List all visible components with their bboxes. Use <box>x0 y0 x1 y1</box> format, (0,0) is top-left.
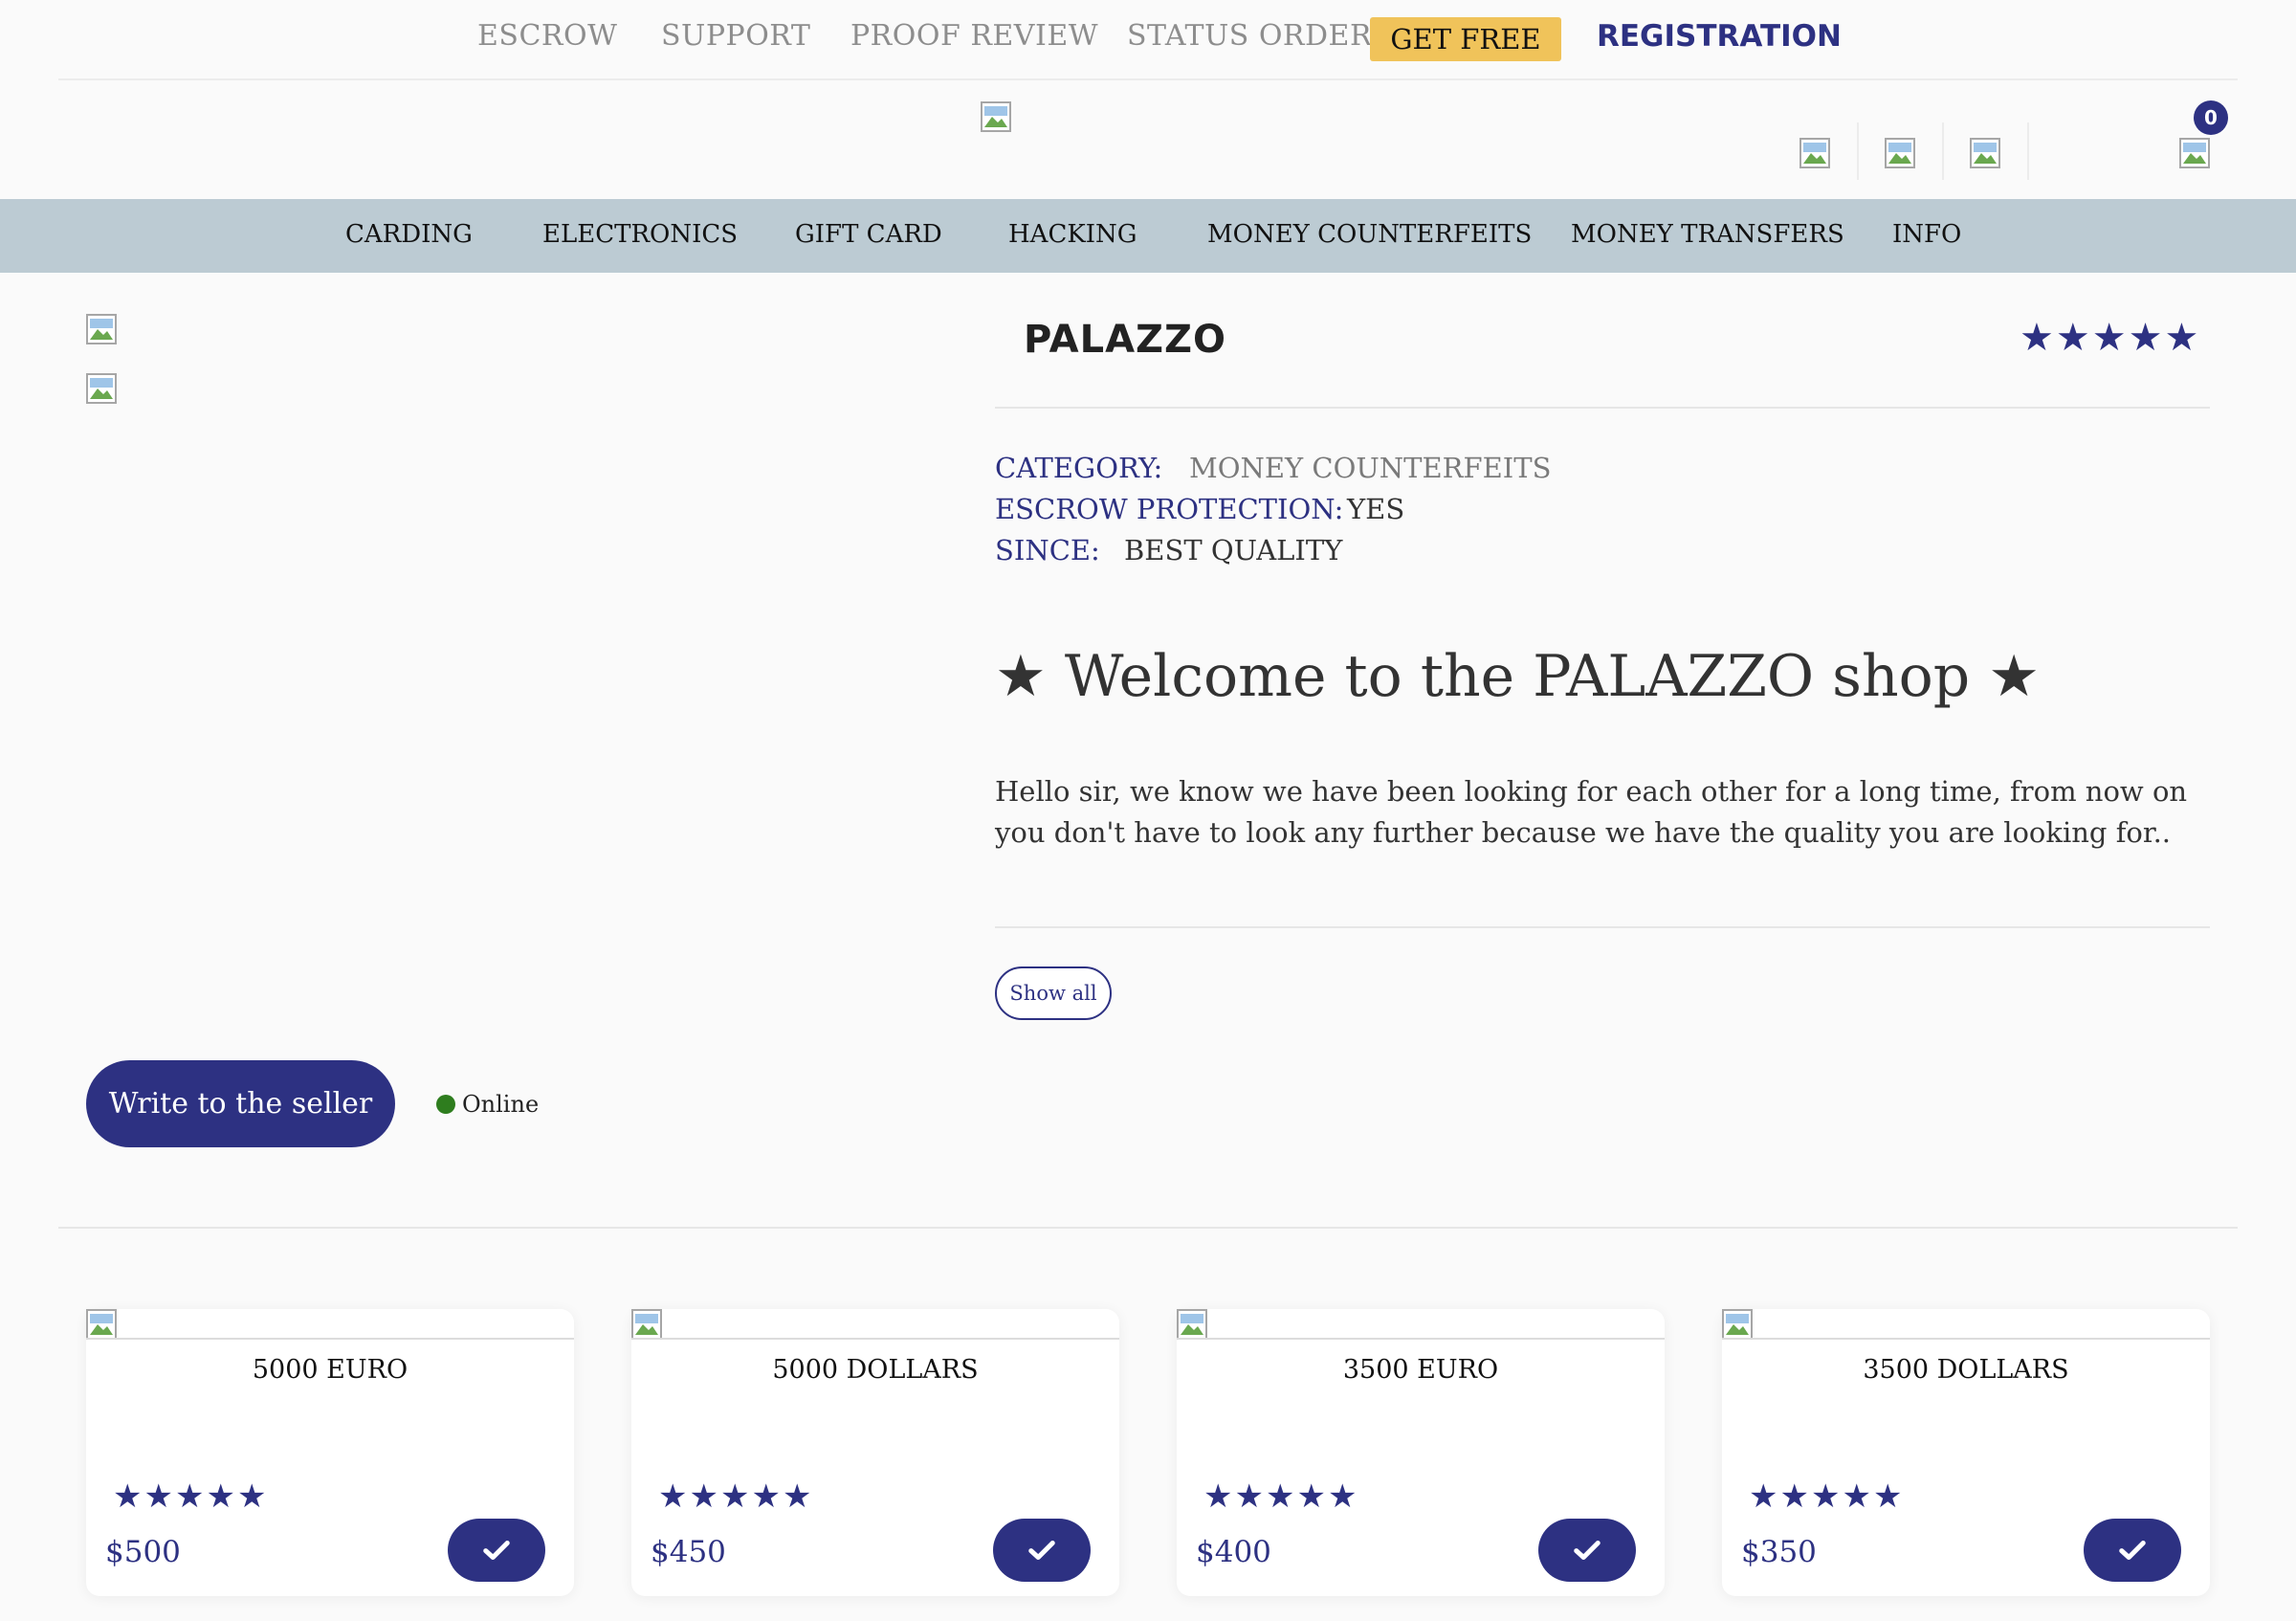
add-to-cart-button[interactable] <box>448 1519 545 1582</box>
star-icon: ★ <box>2055 316 2090 360</box>
product-image <box>1722 1309 1753 1340</box>
product-rating-stars: ★ ★ ★ ★ ★ <box>658 1477 811 1516</box>
star-icon: ★ <box>1810 1477 1841 1516</box>
checkmark-icon <box>1028 1541 1055 1560</box>
escrow-value: YES <box>1347 493 1405 525</box>
product-image <box>1177 1309 1207 1340</box>
star-icon: ★ <box>782 1477 812 1516</box>
write-to-seller-button[interactable]: Write to the seller <box>86 1060 395 1147</box>
welcome-heading: ★ Welcome to the PALAZZO shop ★ <box>995 643 2041 710</box>
star-icon: ★ <box>751 1477 781 1516</box>
shop-description: Hello sir, we know we have been looking … <box>995 775 2188 849</box>
star-icon: ★ <box>2128 316 2163 360</box>
online-status-text: Online <box>462 1091 540 1118</box>
search-icon[interactable] <box>1970 138 2000 168</box>
show-all-button[interactable]: Show all <box>995 966 1112 1020</box>
nav-link-escrow[interactable]: ESCROW <box>477 19 617 53</box>
category-hacking[interactable]: HACKING <box>1008 220 1137 249</box>
gallery-thumbnail[interactable] <box>86 314 117 344</box>
cart-icon[interactable] <box>2179 138 2210 168</box>
product-price: $400 <box>1196 1535 1271 1569</box>
category-electronics[interactable]: ELECTRONICS <box>542 220 738 249</box>
divider <box>995 407 2210 409</box>
shop-title: PALAZZO <box>1024 318 1227 362</box>
star-icon: ★ <box>689 1477 718 1516</box>
nav-link-status-order[interactable]: STATUS ORDER <box>1127 19 1372 53</box>
product-card[interactable]: 3500 DOLLARS ★ ★ ★ ★ ★ $350 <box>1722 1309 2210 1596</box>
star-icon: ★ <box>1265 1477 1295 1516</box>
category-money-transfers[interactable]: MONEY TRANSFERS <box>1571 220 1844 249</box>
category-money-counterfeits[interactable]: MONEY COUNTERFEITS <box>1207 220 1532 249</box>
star-icon: ★ <box>1872 1477 1903 1516</box>
since-value: BEST QUALITY <box>1124 534 1343 566</box>
top-navigation: ESCROW SUPPORT PROOF REVIEW STATUS ORDER… <box>58 0 2238 80</box>
category-gift-card[interactable]: GIFT CARD <box>795 220 942 249</box>
product-rating-stars: ★ ★ ★ ★ ★ <box>1749 1477 1902 1516</box>
cart-count-badge: 0 <box>2194 100 2228 135</box>
star-icon: ★ <box>144 1477 173 1516</box>
category-carding[interactable]: CARDING <box>345 220 473 249</box>
logo-image[interactable] <box>981 101 1011 132</box>
product-rating-stars: ★ ★ ★ ★ ★ <box>113 1477 266 1516</box>
product-card[interactable]: 5000 DOLLARS ★ ★ ★ ★ ★ $450 <box>631 1309 1119 1596</box>
divider <box>995 926 2210 928</box>
star-icon: ★ <box>1203 1477 1233 1516</box>
add-to-cart-button[interactable] <box>1538 1519 1636 1582</box>
nav-link-proof-review[interactable]: PROOF REVIEW <box>850 19 1098 53</box>
category-bar: CARDING ELECTRONICS GIFT CARD HACKING MO… <box>0 199 2296 273</box>
product-title: 3500 DOLLARS <box>1863 1355 2069 1385</box>
category-info[interactable]: INFO <box>1892 220 1961 249</box>
checkmark-icon <box>483 1541 510 1560</box>
product-card[interactable]: 5000 EURO ★ ★ ★ ★ ★ $500 <box>86 1309 574 1596</box>
star-icon: ★ <box>1842 1477 1871 1516</box>
product-rating-stars: ★ ★ ★ ★ ★ <box>1203 1477 1357 1516</box>
divider <box>58 1227 2238 1229</box>
gallery-thumbnail[interactable] <box>86 373 117 404</box>
star-icon: ★ <box>658 1477 688 1516</box>
since-label: SINCE: <box>995 534 1100 566</box>
account-icon[interactable] <box>1799 138 1830 168</box>
product-price: $450 <box>651 1535 726 1569</box>
star-icon: ★ <box>1779 1477 1809 1516</box>
product-image <box>86 1309 117 1340</box>
escrow-label: ESCROW PROTECTION: <box>995 493 1344 525</box>
product-price: $500 <box>105 1535 181 1569</box>
category-value: MONEY COUNTERFEITS <box>1189 452 1552 484</box>
nav-link-support[interactable]: SUPPORT <box>661 19 810 53</box>
category-label: CATEGORY: <box>995 452 1163 484</box>
checkmark-icon <box>1574 1541 1601 1560</box>
add-to-cart-button[interactable] <box>993 1519 1091 1582</box>
star-icon: ★ <box>2164 316 2199 360</box>
product-card[interactable]: 3500 EURO ★ ★ ★ ★ ★ $400 <box>1177 1309 1665 1596</box>
product-image <box>631 1309 662 1340</box>
online-status-dot <box>436 1095 455 1114</box>
star-icon: ★ <box>719 1477 750 1516</box>
star-icon: ★ <box>2091 316 2127 360</box>
shop-rating-stars: ★ ★ ★ ★ ★ <box>2020 316 2198 360</box>
star-icon: ★ <box>1327 1477 1358 1516</box>
get-free-button[interactable]: GET FREE <box>1370 17 1561 61</box>
star-icon: ★ <box>1296 1477 1326 1516</box>
star-icon: ★ <box>2020 316 2054 360</box>
star-icon: ★ <box>206 1477 235 1516</box>
star-icon: ★ <box>174 1477 205 1516</box>
star-icon: ★ <box>236 1477 267 1516</box>
star-icon: ★ <box>1749 1477 1778 1516</box>
add-to-cart-button[interactable] <box>2084 1519 2181 1582</box>
wishlist-icon[interactable] <box>1885 138 1915 168</box>
star-icon: ★ <box>113 1477 143 1516</box>
checkmark-icon <box>2119 1541 2146 1560</box>
product-title: 5000 DOLLARS <box>772 1355 979 1385</box>
product-price: $350 <box>1741 1535 1817 1569</box>
registration-link[interactable]: REGISTRATION <box>1597 19 1842 54</box>
star-icon: ★ <box>1234 1477 1264 1516</box>
product-title: 3500 EURO <box>1342 1355 1499 1385</box>
product-title: 5000 EURO <box>252 1355 408 1385</box>
